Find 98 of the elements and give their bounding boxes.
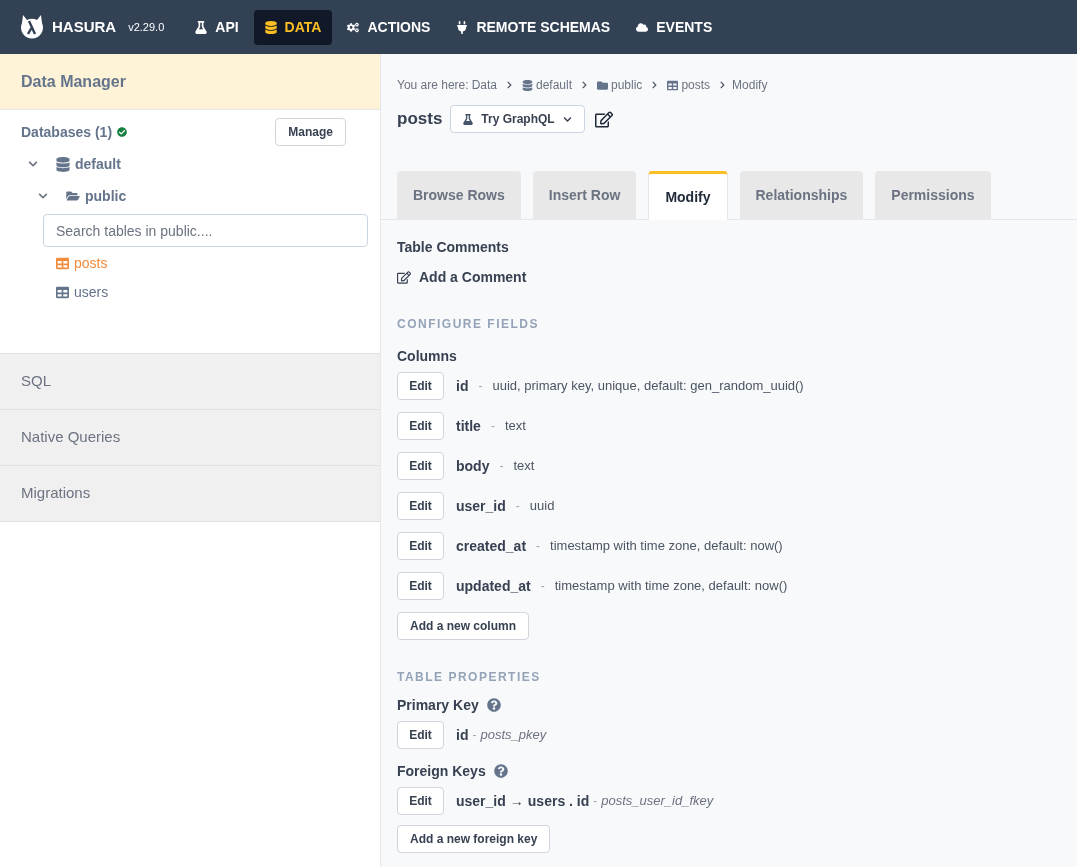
- nav-tab[interactable]: DATA: [253, 9, 333, 45]
- brand-name: HASURA: [52, 16, 117, 37]
- sidebar-section[interactable]: SQL: [0, 353, 380, 409]
- column-name: created_at: [456, 537, 527, 556]
- breadcrumb-link[interactable]: public: [611, 76, 643, 94]
- constraint-name: posts_user_id_fkey: [601, 792, 714, 810]
- manage-button[interactable]: Manage: [275, 118, 346, 146]
- folder-icon: [597, 79, 608, 91]
- section-label: CONFIGURE FIELDS: [397, 316, 540, 333]
- key-column: id: [456, 725, 469, 745]
- tab[interactable]: Modify: [648, 171, 728, 220]
- column-type: uuid, primary key, unique, default: gen_random_uuid(): [492, 377, 804, 395]
- tab[interactable]: Permissions: [875, 171, 991, 219]
- chevron-right-icon: [651, 81, 659, 89]
- edit-button[interactable]: Edit: [397, 412, 444, 440]
- try-graphql-button[interactable]: Try GraphQL: [450, 105, 585, 133]
- subsection-heading: Primary Key: [397, 696, 479, 715]
- constraint-name: posts_pkey: [480, 726, 547, 744]
- table-item[interactable]: users: [74, 282, 109, 303]
- tab[interactable]: Insert Row: [532, 171, 637, 219]
- database-icon: [264, 20, 277, 34]
- column-name: user_id: [456, 497, 506, 516]
- edit-button[interactable]: Edit: [397, 572, 444, 600]
- sidebar-section[interactable]: Native Queries: [0, 409, 380, 465]
- edit-button[interactable]: Edit: [397, 532, 444, 560]
- column-type: text: [504, 417, 526, 435]
- breadcrumb-link[interactable]: default: [536, 76, 572, 94]
- chevron-down-icon[interactable]: [28, 159, 38, 169]
- edit-icon: [397, 270, 411, 284]
- table-icon: [667, 79, 679, 91]
- folder-icon: [66, 190, 80, 202]
- chevron-right-icon: [506, 81, 513, 89]
- add-column-button[interactable]: Add a new column: [397, 612, 529, 640]
- chevron-right-icon: [719, 81, 727, 89]
- search-field[interactable]: Search tables in public....: [43, 214, 368, 247]
- separator: -: [490, 418, 495, 435]
- databases-label: Databases (1): [21, 122, 113, 142]
- help-icon[interactable]: [486, 698, 501, 712]
- sidebar-section[interactable]: Migrations: [0, 465, 380, 521]
- edit-icon[interactable]: [594, 110, 613, 128]
- nav-tab[interactable]: REMOTE SCHEMAS: [445, 9, 622, 45]
- column-name: body: [456, 457, 490, 476]
- column-type: timestamp with time zone, default: now(): [550, 537, 783, 555]
- section-heading: Table Comments: [397, 238, 510, 257]
- flask-icon: [463, 113, 474, 125]
- separator: -: [515, 498, 520, 515]
- separator: -: [478, 378, 483, 395]
- arrow-symbol: →: [509, 792, 524, 811]
- separator: -: [499, 458, 504, 475]
- nav-tab[interactable]: API: [184, 9, 250, 45]
- breadcrumb-prefix: You are here:: [397, 77, 469, 94]
- sidebar-title: Data Manager: [21, 71, 126, 92]
- page-title: posts: [397, 108, 443, 131]
- column-name: updated_at: [456, 577, 531, 596]
- add-foreign-key-button[interactable]: Add a new foreign key: [397, 825, 551, 853]
- section-label: TABLE PROPERTIES: [397, 669, 542, 686]
- tab[interactable]: Browse Rows: [397, 171, 521, 219]
- caret-icon: [562, 114, 572, 124]
- separator: -: [540, 578, 545, 595]
- breadcrumb-link[interactable]: posts: [681, 76, 711, 94]
- chevron-right-icon: [581, 81, 588, 89]
- subsection-heading: Columns: [397, 347, 458, 366]
- table-icon: [55, 286, 70, 299]
- edit-button[interactable]: Edit: [397, 372, 444, 400]
- edit-button[interactable]: Edit: [397, 452, 444, 480]
- separator: -: [536, 538, 541, 555]
- flask-icon: [195, 20, 208, 34]
- schema-item[interactable]: public: [85, 185, 127, 207]
- tab[interactable]: Relationships: [739, 171, 864, 219]
- key-column: user_id: [456, 791, 506, 811]
- cloud-icon: [636, 20, 649, 34]
- plug-icon: [456, 20, 469, 34]
- column-type: text: [513, 457, 535, 475]
- nav-tab[interactable]: EVENTS: [625, 9, 724, 45]
- referenced-column: users . id: [527, 791, 590, 811]
- edit-button[interactable]: Edit: [397, 492, 444, 520]
- column-type: uuid: [529, 497, 555, 515]
- breadcrumb-link[interactable]: Modify: [732, 76, 768, 94]
- add-comment-link[interactable]: Add a Comment: [419, 267, 527, 287]
- separator: -: [472, 727, 477, 744]
- chevron-down-icon[interactable]: [38, 191, 48, 201]
- column-name: title: [456, 417, 481, 436]
- edit-button[interactable]: Edit: [397, 721, 444, 749]
- nav-tab[interactable]: ACTIONS: [336, 9, 442, 45]
- column-name: id: [456, 377, 469, 396]
- database-icon: [56, 156, 70, 172]
- version-label: v2.29.0: [128, 19, 165, 35]
- subsection-heading: Foreign Keys: [397, 762, 486, 781]
- cogs-icon: [347, 20, 360, 34]
- help-icon[interactable]: [493, 764, 508, 778]
- logo-icon: [18, 13, 46, 41]
- breadcrumb-link[interactable]: Data: [471, 76, 497, 94]
- edit-button[interactable]: Edit: [397, 787, 444, 815]
- separator: -: [593, 793, 598, 810]
- database-item[interactable]: default: [75, 153, 121, 175]
- column-type: timestamp with time zone, default: now(): [554, 577, 788, 595]
- database-icon: [522, 79, 533, 91]
- table-icon: [55, 257, 70, 270]
